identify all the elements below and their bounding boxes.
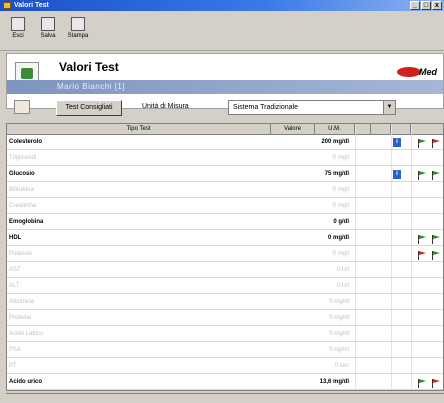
toolbar: Esci Salva Stampa — [0, 11, 444, 51]
test-name: Proteine — [9, 315, 32, 321]
minimize-button[interactable]: _ — [410, 1, 420, 10]
test-value: 13,6 mg/dl — [319, 379, 349, 385]
exit-label: Esci — [12, 33, 24, 39]
table-row[interactable]: Trigliceridi 0 mg/l — [7, 151, 443, 166]
table-row[interactable]: ALT 0 U/l — [7, 279, 443, 294]
col-tipo-test[interactable]: Tipo Test — [7, 124, 271, 135]
test-value: 0 mg/l — [332, 251, 349, 257]
table-row[interactable]: AST 0 U/l — [7, 263, 443, 278]
controls-bar: Test Consigliati Unità di Misura Sistema… — [6, 98, 444, 120]
test-value: 0 mg/dl — [329, 299, 349, 305]
col-valore[interactable]: Valore — [271, 124, 315, 135]
test-name: HDL — [9, 235, 22, 241]
table-header: Tipo Test Valore U.M. — [7, 124, 443, 135]
status-bar — [6, 393, 444, 403]
window-titlebar: Valori Test _ □ x — [0, 0, 444, 11]
test-value: 75 mg/dl — [324, 171, 349, 177]
col-extra-4 — [411, 124, 443, 135]
print-button[interactable]: Stampa — [64, 15, 92, 47]
table-row[interactable]: Creatinina 0 mg/l — [7, 199, 443, 214]
green-flag-icon[interactable] — [417, 378, 427, 388]
test-value: 0 U/l — [336, 283, 349, 289]
green-flag-icon[interactable] — [417, 170, 427, 180]
test-value: 0 U/l — [336, 267, 349, 273]
test-name: AST — [9, 267, 21, 273]
test-name: Glucosio — [9, 171, 35, 177]
green-flag-icon[interactable] — [417, 234, 427, 244]
table-row[interactable]: Glucosio 75 mg/dl i — [7, 167, 443, 182]
table-row[interactable]: Bilirubina 0 mg/l — [7, 183, 443, 198]
test-value: 200 mg/dl — [321, 139, 349, 145]
test-value: 0 mg/l — [332, 187, 349, 193]
col-um[interactable]: U.M. — [315, 124, 355, 135]
table-row[interactable]: PSA 0 ng/ml — [7, 343, 443, 358]
table-row[interactable]: Proteine 0 mg/dl — [7, 311, 443, 326]
table-row[interactable]: Emoglobina 0 g/dl — [7, 215, 443, 230]
test-value: 0 sec — [334, 363, 349, 369]
close-button[interactable]: x — [432, 1, 442, 10]
exit-button[interactable]: Esci — [4, 15, 32, 47]
col-extra-1 — [355, 124, 371, 135]
patient-name: Mario Bianchi [1] — [7, 80, 443, 94]
test-name: Acido urico — [9, 379, 43, 385]
window-title: Valori Test — [14, 2, 49, 9]
table-row[interactable]: Potassio 0 mg/l — [7, 247, 443, 262]
test-name: PSA — [9, 347, 22, 353]
table-row[interactable]: HDL 0 mg/dl — [7, 231, 443, 246]
test-value: 0 mg/dl — [329, 315, 349, 321]
table-row[interactable]: Acido Lattico 0 mg/dl — [7, 327, 443, 342]
table-row[interactable]: Colesterolo 200 mg/dl i — [7, 135, 443, 150]
test-value: 0 mg/dl — [329, 331, 349, 337]
test-name: Colesterolo — [9, 139, 43, 145]
green-flag-icon[interactable] — [417, 138, 427, 148]
test-value: 0 mg/dl — [327, 235, 349, 241]
page-title: Valori Test — [59, 60, 119, 74]
save-icon — [41, 17, 55, 31]
units-label: Unità di Misura — [142, 103, 189, 110]
brand-logo: Med — [393, 64, 439, 80]
red-flag-icon[interactable] — [417, 250, 427, 260]
save-label: Salva — [40, 33, 56, 39]
green-flag-icon[interactable] — [431, 250, 441, 260]
green-flag-icon[interactable] — [431, 170, 441, 180]
table-row[interactable]: PT 0 sec — [7, 359, 443, 374]
logo-text: Med — [419, 67, 437, 77]
results-table: Tipo Test Valore U.M. Colesterolo 200 mg/… — [6, 123, 444, 391]
info-icon[interactable]: i — [393, 138, 401, 147]
test-value: 0 g/dl — [333, 219, 349, 225]
table-row[interactable]: Albumina 0 mg/dl — [7, 295, 443, 310]
units-select[interactable]: Sistema Tradizionale ▼ — [228, 100, 396, 115]
test-value: 0 mg/l — [332, 203, 349, 209]
test-name: Albumina — [9, 299, 35, 305]
test-consigliati-button[interactable]: Test Consigliati — [56, 100, 122, 116]
red-flag-icon[interactable] — [431, 138, 441, 148]
print-icon — [71, 17, 85, 31]
chevron-down-icon[interactable]: ▼ — [383, 101, 395, 114]
test-name: Potassio — [9, 251, 33, 257]
test-value: 0 ng/ml — [329, 347, 349, 353]
test-name: Trigliceridi — [9, 155, 37, 161]
app-icon — [3, 2, 11, 9]
green-flag-icon[interactable] — [431, 234, 441, 244]
chart-icon — [14, 100, 30, 114]
test-name: Acido Lattico — [9, 331, 44, 337]
exit-icon — [11, 17, 25, 31]
red-flag-icon[interactable] — [431, 378, 441, 388]
test-value: 0 mg/l — [332, 155, 349, 161]
maximize-button[interactable]: □ — [421, 1, 431, 10]
test-name: Creatinina — [9, 203, 37, 209]
test-name: Bilirubina — [9, 187, 34, 193]
test-name: Emoglobina — [9, 219, 44, 225]
col-extra-3 — [391, 124, 411, 135]
table-row[interactable]: Acido urico 13,6 mg/dl — [7, 375, 443, 390]
test-name: ALT — [9, 283, 20, 289]
col-extra-2 — [371, 124, 391, 135]
save-button[interactable]: Salva — [34, 15, 62, 47]
info-icon[interactable]: i — [393, 170, 401, 179]
units-select-value: Sistema Tradizionale — [233, 104, 298, 111]
print-label: Stampa — [67, 33, 89, 39]
test-name: PT — [9, 363, 17, 369]
